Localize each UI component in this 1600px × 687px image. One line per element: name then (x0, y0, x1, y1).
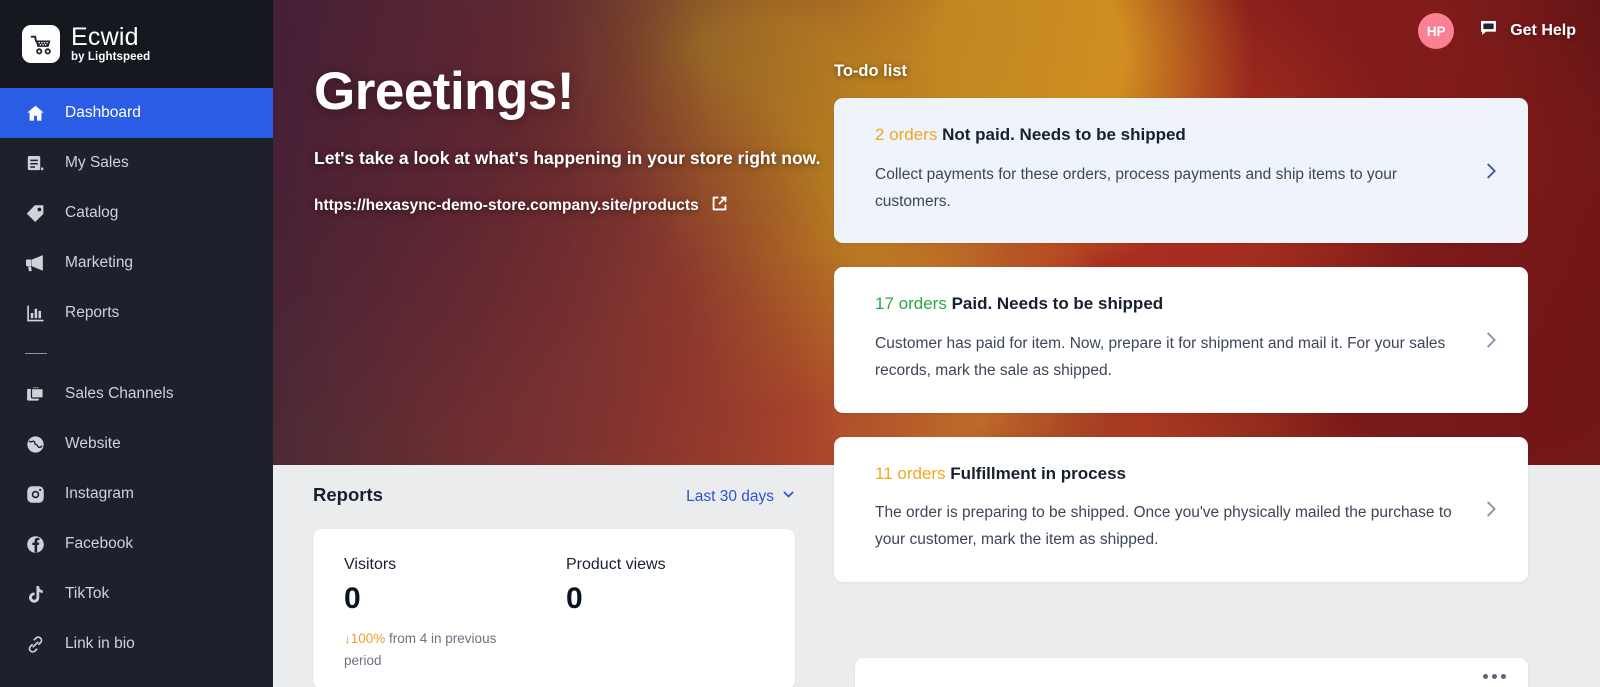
instagram-icon (24, 483, 46, 505)
sidebar-item-label: TikTok (65, 585, 110, 602)
chevron-right-icon[interactable] (1480, 498, 1502, 520)
facebook-icon (24, 533, 46, 555)
sidebar-item-label: Catalog (65, 204, 119, 221)
get-help-button[interactable]: Get Help (1478, 18, 1576, 44)
topbar: HP Get Help (1418, 13, 1576, 49)
reports-header: Reports Last 30 days (313, 484, 795, 506)
ellipsis-dot (1501, 674, 1506, 679)
metric-value: 0 (344, 582, 361, 615)
chevron-down-icon (782, 488, 795, 506)
date-range-label: Last 30 days (686, 488, 774, 505)
todo-card[interactable]: 2 orders Not paid. Needs to be shipped C… (834, 98, 1528, 244)
reports-card: Visitors 0 ↓100% from 4 in previous peri… (313, 529, 795, 687)
metric-product-views: Product views 0 (566, 556, 788, 687)
store-url-link[interactable]: https://hexasync-demo-store.company.site… (314, 195, 728, 217)
sidebar-item-label: Reports (65, 304, 120, 321)
sidebar-item-website[interactable]: Website (0, 419, 273, 469)
sidebar-item-label: Website (65, 435, 121, 452)
sidebar-item-sales-channels[interactable]: Sales Channels (0, 369, 273, 419)
metric-label: Product views (566, 556, 666, 573)
sidebar-item-instagram[interactable]: Instagram (0, 469, 273, 519)
metric-visitors: Visitors 0 ↓100% from 4 in previous peri… (344, 556, 566, 687)
ellipsis-icon[interactable] (1483, 674, 1506, 679)
receipt-icon (24, 152, 46, 174)
ellipsis-dot (1492, 674, 1497, 679)
reports-title: Reports (313, 484, 383, 505)
shopping-cart-icon (22, 25, 60, 63)
sidebar-item-label: Link in bio (65, 635, 135, 652)
sidebar-item-label: Marketing (65, 254, 134, 271)
sidebar-item-reports[interactable]: Reports (0, 288, 273, 338)
metric-delta-pct: ↓100% (344, 631, 386, 646)
chevron-right-icon[interactable] (1480, 329, 1502, 351)
ellipsis-dot (1483, 674, 1488, 679)
todo-card-count: 11 orders (875, 463, 946, 483)
megaphone-icon (24, 252, 46, 274)
metric-delta: ↓100% from 4 in previous period (344, 628, 524, 672)
sidebar-item-label: Instagram (65, 485, 134, 502)
store-url-text: https://hexasync-demo-store.company.site… (314, 196, 699, 214)
brand-name: Ecwid (71, 22, 139, 51)
tag-icon (24, 202, 46, 224)
sidebar: Ecwid by Lightspeed Dashboard My Sales C… (0, 0, 273, 687)
sidebar-item-catalog[interactable]: Catalog (0, 188, 273, 238)
avatar[interactable]: HP (1418, 13, 1455, 49)
bottom-panel-card (855, 658, 1528, 687)
sidebar-item-label: Facebook (65, 535, 134, 552)
sidebar-item-link-in-bio[interactable]: Link in bio (0, 619, 273, 669)
reports-section: Reports Last 30 days Visitors 0 ↓100% fr… (313, 484, 795, 687)
sidebar-item-label: Sales Channels (65, 385, 174, 402)
todo-card-title: Not paid. Needs to be shipped (942, 125, 1186, 144)
chat-bubble-icon (1478, 18, 1499, 44)
date-range-selector[interactable]: Last 30 days (686, 488, 795, 506)
brand-logo[interactable]: Ecwid by Lightspeed (0, 0, 273, 88)
todo-card-title: Paid. Needs to be shipped (951, 294, 1164, 314)
metric-value: 0 (566, 582, 583, 615)
todo-card-heading: 17 orders Paid. Needs to be shipped (875, 293, 1494, 316)
home-icon (24, 102, 46, 124)
get-help-label: Get Help (1510, 22, 1576, 39)
bar-chart-icon (24, 302, 46, 324)
sidebar-item-facebook[interactable]: Facebook (0, 519, 273, 569)
todo-card-count: 17 orders (875, 294, 947, 314)
windows-icon (24, 383, 46, 405)
todo-card-heading: 2 orders Not paid. Needs to be shipped (875, 124, 1494, 147)
globe-icon (24, 433, 46, 455)
todo-card-body: The order is preparing to be shipped. On… (875, 504, 1452, 549)
sidebar-item-tiktok[interactable]: TikTok (0, 569, 273, 619)
todo-card-count: 2 orders (875, 125, 938, 144)
sidebar-item-label: My Sales (65, 154, 129, 171)
sidebar-item-dashboard[interactable]: Dashboard (0, 88, 273, 138)
todo-card-body: Collect payments for these orders, proce… (875, 165, 1398, 210)
hero-subtitle: Let's take a look at what's happening in… (314, 147, 821, 168)
todo-card-heading: 11 orders Fulfillment in process (875, 463, 1494, 486)
sidebar-divider (25, 353, 47, 354)
link-icon (24, 633, 46, 655)
todo-card-title: Fulfillment in process (950, 463, 1126, 483)
sidebar-item-marketing[interactable]: Marketing (0, 238, 273, 288)
todo-card[interactable]: 11 orders Fulfillment in process The ord… (834, 436, 1528, 582)
page-title: Greetings! (314, 62, 575, 121)
sidebar-item-label: Dashboard (65, 104, 141, 121)
tiktok-icon (24, 583, 46, 605)
todo-card[interactable]: 17 orders Paid. Needs to be shipped Cust… (834, 267, 1528, 413)
chevron-right-icon[interactable] (1480, 160, 1502, 182)
external-link-icon (711, 195, 728, 217)
metric-label: Visitors (344, 556, 397, 573)
todo-card-body: Customer has paid for item. Now, prepare… (875, 335, 1446, 379)
todo-list-title: To-do list (834, 62, 908, 80)
todo-list: To-do list 2 orders Not paid. Needs to b… (834, 62, 1528, 606)
brand-tagline: by Lightspeed (71, 50, 151, 63)
sidebar-item-my-sales[interactable]: My Sales (0, 138, 273, 188)
hero-content: Greetings! Let's take a look at what's h… (314, 64, 874, 217)
